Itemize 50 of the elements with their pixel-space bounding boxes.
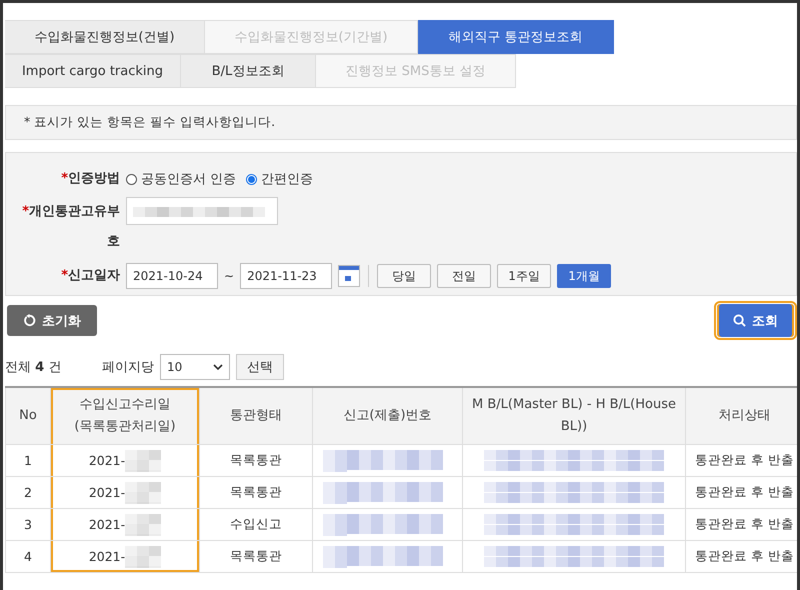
blurred-text [125, 482, 162, 504]
table-cell: 4 [6, 540, 50, 572]
total-count: 전체 4 건 [5, 359, 62, 376]
select-button[interactable]: 선택 [236, 354, 284, 380]
table-cell: 1 [6, 444, 50, 476]
field-label: *개인통관고유부호 [21, 203, 120, 251]
column-header: M B/L(Master BL) - H B/L(House BL)) [462, 387, 686, 444]
range-separator: ~ [224, 269, 234, 283]
column-header: 처리상태 [686, 387, 797, 444]
blurred-text [125, 546, 162, 568]
period-button[interactable]: 전일 [437, 264, 492, 288]
tab[interactable]: B/L정보조회 [181, 54, 316, 88]
table-cell: 2021- [88, 453, 126, 468]
column-header: 신고(제출)번호 [312, 387, 462, 444]
tab[interactable]: Import cargo tracking [5, 54, 181, 88]
required-notice: * 표시가 있는 항목은 필수 입력사항입니다. [5, 105, 797, 140]
reset-button[interactable]: 초기화 [7, 305, 97, 336]
period-button[interactable]: 1개월 [557, 264, 612, 288]
table-cell: 2021- [88, 549, 126, 564]
column-header: No [6, 387, 50, 444]
table-cell: 2 [6, 476, 50, 508]
blurred-text [125, 450, 162, 472]
radio-option[interactable]: 공동인증서 인증 [126, 170, 236, 188]
per-page-label: 페이지당 [102, 359, 154, 376]
calendar-icon[interactable] [338, 265, 360, 287]
period-button[interactable]: 1주일 [497, 264, 552, 288]
column-header: 수입신고수리일 (목록통관처리일) [50, 387, 200, 444]
table-cell: 수입신고 [200, 508, 312, 540]
end-date-field[interactable]: 2021-11-23 [240, 263, 332, 289]
search-button[interactable]: 조회 [717, 304, 794, 337]
table-cell: 2021- [88, 517, 126, 532]
tab[interactable]: 수입화물진행정보(건별) [5, 20, 205, 54]
blurred-text [125, 514, 162, 536]
search-icon [733, 314, 746, 327]
table-cell: 목록통관 [200, 444, 312, 476]
start-date-field[interactable]: 2021-10-24 [126, 263, 218, 289]
dropdown-caret-icon [213, 364, 223, 370]
per-page-select[interactable]: 10 [160, 354, 230, 380]
table-cell: 목록통관 [200, 540, 312, 572]
table-cell: 2021- [88, 485, 126, 500]
refresh-icon [23, 314, 36, 327]
field-label: *신고일자 [60, 267, 120, 285]
customs-code-field[interactable] [126, 197, 278, 225]
tab[interactable]: 해외직구 통관정보조회 [418, 20, 614, 54]
table-cell: 목록통관 [200, 476, 312, 508]
column-header: 통관형태 [200, 387, 312, 444]
field-label: *인증방법 [60, 170, 120, 188]
table-cell: 3 [6, 508, 50, 540]
period-button[interactable]: 당일 [377, 264, 432, 288]
radio-option[interactable]: 간편인증 [246, 170, 314, 188]
